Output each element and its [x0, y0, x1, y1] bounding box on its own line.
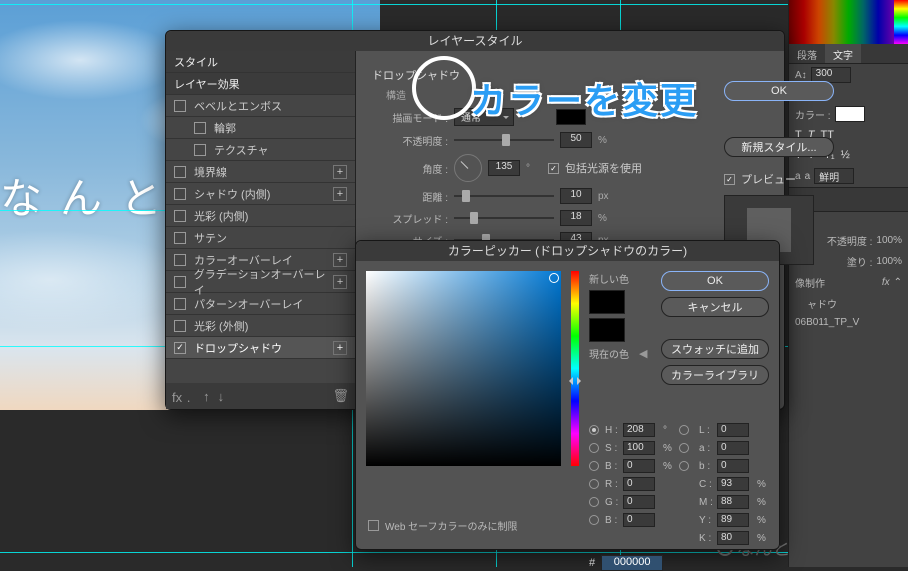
list-blending[interactable]: レイヤー効果 — [166, 73, 355, 95]
list-gradient-overlay[interactable]: グラデーションオーバーレイ+ — [166, 271, 355, 293]
s-input[interactable]: 100 — [623, 441, 655, 455]
bch-radio[interactable] — [589, 515, 599, 525]
color-spectrum[interactable] — [789, 0, 908, 44]
up-icon[interactable]: ↑ — [203, 389, 210, 404]
r-input[interactable]: 0 — [623, 477, 655, 491]
distance-slider[interactable] — [454, 188, 554, 204]
h-radio[interactable] — [589, 425, 599, 435]
picker-cancel-button[interactable]: キャンセル — [661, 297, 769, 317]
list-inner-glow[interactable]: 光彩 (内側) — [166, 205, 355, 227]
trash-icon[interactable]: 🗑 — [332, 388, 349, 404]
b-input[interactable]: 0 — [717, 459, 749, 473]
list-bevel[interactable]: ベベルとエンボス — [166, 95, 355, 117]
font-size-icon: A↕ — [795, 70, 807, 81]
annotation-circle — [412, 56, 476, 120]
angle-input[interactable]: 135 — [488, 160, 520, 176]
effects-list: スタイル レイヤー効果 ベベルとエンボス 輪郭 テクスチャ 境界線+ シャドウ … — [166, 51, 356, 409]
annotation-text: カラーを変更 — [470, 72, 698, 124]
a-input[interactable]: 0 — [717, 441, 749, 455]
spread-input[interactable]: 18 — [560, 210, 592, 226]
text-color-swatch[interactable] — [835, 106, 865, 122]
b-radio[interactable] — [679, 461, 689, 471]
s-radio[interactable] — [589, 443, 599, 453]
list-texture[interactable]: テクスチャ — [166, 139, 355, 161]
distance-label: 距離 : — [386, 189, 448, 204]
down-icon[interactable]: ↓ — [218, 389, 225, 404]
distance-input[interactable]: 10 — [560, 188, 592, 204]
picker-ok-button[interactable]: OK — [661, 271, 769, 291]
ok-button[interactable]: OK — [724, 81, 834, 101]
new-style-button[interactable]: 新規スタイル... — [724, 137, 834, 157]
list-contour[interactable]: 輪郭 — [166, 117, 355, 139]
hex-input[interactable]: 000000 — [601, 555, 663, 571]
l-input[interactable]: 0 — [717, 423, 749, 437]
dialog-title: レイヤースタイル — [166, 31, 784, 51]
h-input[interactable]: 208 — [623, 423, 655, 437]
opacity-slider[interactable] — [454, 132, 554, 148]
layer-effect-row[interactable]: ャドウ — [789, 293, 908, 314]
preview-checkbox[interactable] — [724, 174, 735, 185]
spread-slider[interactable] — [454, 210, 554, 226]
list-inner-shadow[interactable]: シャドウ (内側)+ — [166, 183, 355, 205]
opacity-label: 不透明度 : — [386, 133, 448, 148]
spread-label: スプレッド : — [386, 211, 448, 226]
current-color-swatch[interactable] — [589, 318, 625, 342]
add-icon[interactable]: + — [333, 165, 347, 179]
tab-paragraph[interactable]: 段落 — [789, 44, 825, 63]
color-picker-dialog: カラーピッカー (ドロップシャドウのカラー) Web セーフカラーのみに制限 新… — [355, 240, 780, 550]
layer-row[interactable]: 06B011_TP_V — [789, 314, 908, 331]
add-icon[interactable]: + — [333, 253, 347, 267]
new-color-swatch — [589, 290, 625, 314]
layer-row[interactable]: 像制作fx⌃ — [789, 272, 908, 293]
picker-title: カラーピッカー (ドロップシャドウのカラー) — [356, 241, 779, 261]
add-icon[interactable]: + — [333, 275, 347, 289]
add-icon[interactable]: + — [333, 341, 347, 355]
angle-label: 角度 : — [386, 161, 448, 176]
list-styles[interactable]: スタイル — [166, 51, 355, 73]
global-light-checkbox[interactable] — [548, 163, 559, 174]
list-outer-glow[interactable]: 光彩 (外側) — [166, 315, 355, 337]
y-input[interactable]: 89 — [717, 513, 749, 527]
bv-radio[interactable] — [589, 461, 599, 471]
a-radio[interactable] — [679, 443, 689, 453]
c-input[interactable]: 93 — [717, 477, 749, 491]
bch-input[interactable]: 0 — [623, 513, 655, 527]
hue-slider[interactable] — [571, 271, 579, 466]
list-satin[interactable]: サテン — [166, 227, 355, 249]
color-library-button[interactable]: カラーライブラリ — [661, 365, 769, 385]
m-input[interactable]: 88 — [717, 495, 749, 509]
fx-icon[interactable]: fx﹒ — [172, 387, 195, 406]
opacity-input[interactable]: 50 — [560, 132, 592, 148]
angle-dial[interactable] — [454, 154, 482, 182]
l-radio[interactable] — [679, 425, 689, 435]
add-swatch-button[interactable]: スウォッチに追加 — [661, 339, 769, 359]
list-stroke[interactable]: 境界線+ — [166, 161, 355, 183]
g-input[interactable]: 0 — [623, 495, 655, 509]
k-input[interactable]: 80 — [717, 531, 749, 545]
tab-character[interactable]: 文字 — [825, 44, 861, 63]
add-icon[interactable]: + — [333, 187, 347, 201]
list-drop-shadow[interactable]: ドロップシャドウ+ — [166, 337, 355, 359]
g-radio[interactable] — [589, 497, 599, 507]
web-safe-checkbox[interactable] — [368, 520, 379, 531]
bv-input[interactable]: 0 — [623, 459, 655, 473]
color-field[interactable] — [366, 271, 561, 466]
r-radio[interactable] — [589, 479, 599, 489]
global-light-label: 包括光源を使用 — [565, 160, 642, 176]
